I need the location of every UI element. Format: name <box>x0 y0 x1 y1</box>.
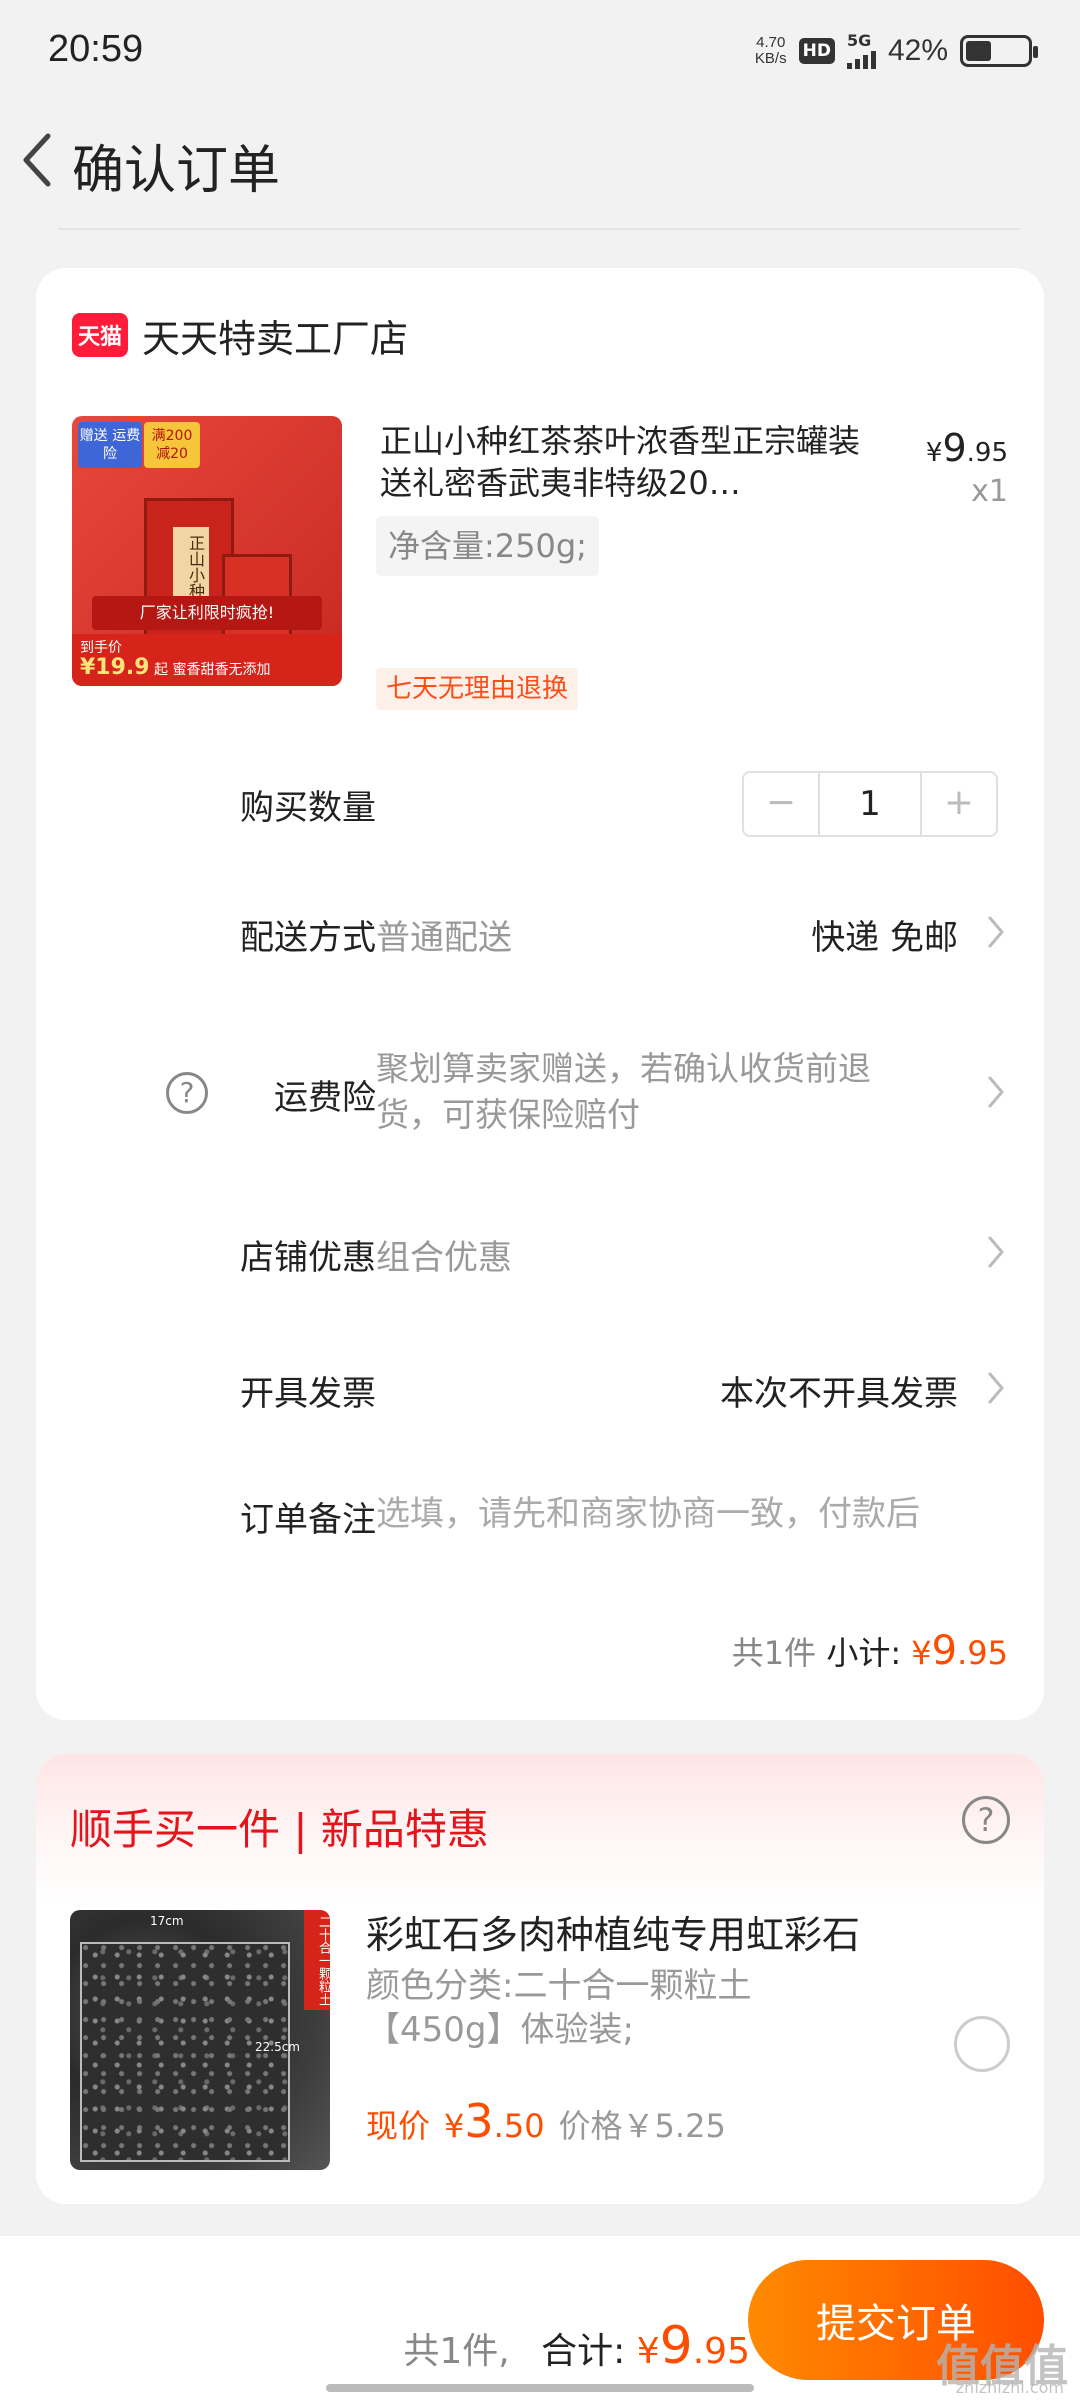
status-bar: 20:59 4.70 KB/s HD 5G 42% <box>0 0 1080 100</box>
invoice-label: 开具发票 <box>240 1374 376 1414</box>
page-title: 确认订单 <box>72 141 281 201</box>
shop-name: 天天特卖工厂店 <box>142 316 409 361</box>
spec-chip[interactable]: 净含量:250g; <box>376 516 599 576</box>
status-icons: 4.70 KB/s HD 5G 42% <box>754 28 1038 74</box>
product-price: ¥9.95 <box>925 426 1008 470</box>
bottom-bar: 共1件, 合计: ¥9.95 提交订单 <box>0 2236 1080 2400</box>
image-banner: 厂家让利限时疯抢! <box>92 596 322 630</box>
subtotal-label: 小计: <box>826 1634 902 1672</box>
delivery-method: 快递 免邮 <box>811 918 958 958</box>
product-image[interactable]: 赠送 运费险 满200 减20 正山小种 厂家让利限时疯抢! 到手价 ¥19.9… <box>72 416 342 686</box>
now-price-label: 现价 <box>366 2107 431 2145</box>
image-tag: 满200 减20 <box>144 422 200 468</box>
discount-value: 组合优惠 <box>376 1238 512 1278</box>
order-total: 共1件, 合计: ¥9.95 <box>403 2316 750 2376</box>
promo-card: 顺手买一件 | 新品特惠 ? 二十合一颗粒土 17cm 22.5cm 彩虹石多肉… <box>36 1754 1044 2204</box>
product-title[interactable]: 正山小种红茶茶叶浓香型正宗罐装送礼密香武夷非特级20… <box>380 420 860 504</box>
battery-level <box>966 41 992 61</box>
header: 确认订单 <box>0 110 1080 210</box>
chevron-right-icon <box>988 916 1004 948</box>
subtotal-amount: ¥9.95 <box>911 1628 1008 1674</box>
return-policy-badge: 七天无理由退换 <box>376 668 579 710</box>
decrease-button[interactable]: − <box>744 773 818 835</box>
watermark-subtitle: zhizhizhi.com <box>955 2378 1064 2397</box>
promo-product-image[interactable]: 二十合一颗粒土 17cm 22.5cm <box>70 1910 330 2170</box>
order-card: 天猫 天天特卖工厂店 赠送 运费险 满200 减20 正山小种 厂家让利限时疯抢… <box>36 268 1044 1720</box>
promo-product-spec: 颜色分类:二十合一颗粒土【450g】体验装; <box>366 1966 752 2050</box>
remark-label: 订单备注 <box>240 1500 376 1540</box>
item-count: 共1件 <box>731 1634 817 1672</box>
total-label: 合计: <box>541 2331 626 2372</box>
delivery-label: 配送方式 <box>240 918 376 958</box>
insurance-value: 聚划算卖家赠送，若确认收货前退货，可获保险赔付 <box>376 1049 871 1134</box>
chevron-right-icon <box>988 1076 1004 1108</box>
image-ribbon: 二十合一颗粒土 <box>304 1910 330 2010</box>
quantity-value[interactable]: 1 <box>818 773 922 835</box>
help-icon[interactable]: ? <box>962 1796 1010 1844</box>
now-price: ¥3.50 <box>444 2094 545 2148</box>
battery-percent: 42% <box>887 34 948 67</box>
quantity-stepper: − 1 + <box>742 771 998 837</box>
invoice-value: 本次不开具发票 <box>720 1374 958 1414</box>
battery-icon <box>960 35 1038 67</box>
original-price: 价格￥5.25 <box>558 2107 726 2145</box>
image-price: 到手价 ¥19.9 起 蜜香甜香无添加 <box>72 634 342 686</box>
hd-icon: HD <box>798 38 835 64</box>
increase-button[interactable]: + <box>922 773 996 835</box>
total-count: 共1件, <box>403 2331 510 2372</box>
net-speed: 4.70 KB/s <box>754 34 787 67</box>
chevron-right-icon <box>988 1236 1004 1268</box>
image-tag: 赠送 运费险 <box>78 422 142 468</box>
promo-title: 顺手买一件 | 新品特惠 <box>70 1805 489 1854</box>
divider <box>58 228 1020 230</box>
tmall-icon: 天猫 <box>72 313 128 357</box>
image-dimension: 22.5cm <box>254 2040 300 2054</box>
delivery-value: 普通配送 <box>376 918 512 958</box>
discount-label: 店铺优惠 <box>240 1238 376 1278</box>
qty-label: 购买数量 <box>240 788 376 828</box>
tea-can-label: 正山小种 <box>173 527 209 607</box>
chevron-left-icon[interactable] <box>14 128 64 192</box>
subtotal: 共1件 小计: ¥9.95 <box>732 1628 1008 1674</box>
signal-icon: 5G <box>846 33 876 69</box>
shop-row[interactable]: 天猫 天天特卖工厂店 <box>72 310 409 361</box>
image-dimension: 17cm <box>150 1914 184 1928</box>
chevron-right-icon <box>988 1372 1004 1404</box>
status-time: 20:59 <box>48 28 144 70</box>
order-remark-input[interactable] <box>376 1486 1000 1542</box>
promo-price-row: 现价 ¥3.50 价格￥5.25 <box>366 2094 726 2148</box>
home-indicator[interactable] <box>326 2384 754 2392</box>
insurance-label: 运费险 <box>274 1078 376 1118</box>
promo-product-name[interactable]: 彩虹石多肉种植纯专用虹彩石 <box>366 1904 860 1959</box>
total-amount: ¥9.95 <box>636 2316 750 2376</box>
product-quantity: x1 <box>971 474 1008 509</box>
select-radio[interactable] <box>954 2016 1010 2072</box>
